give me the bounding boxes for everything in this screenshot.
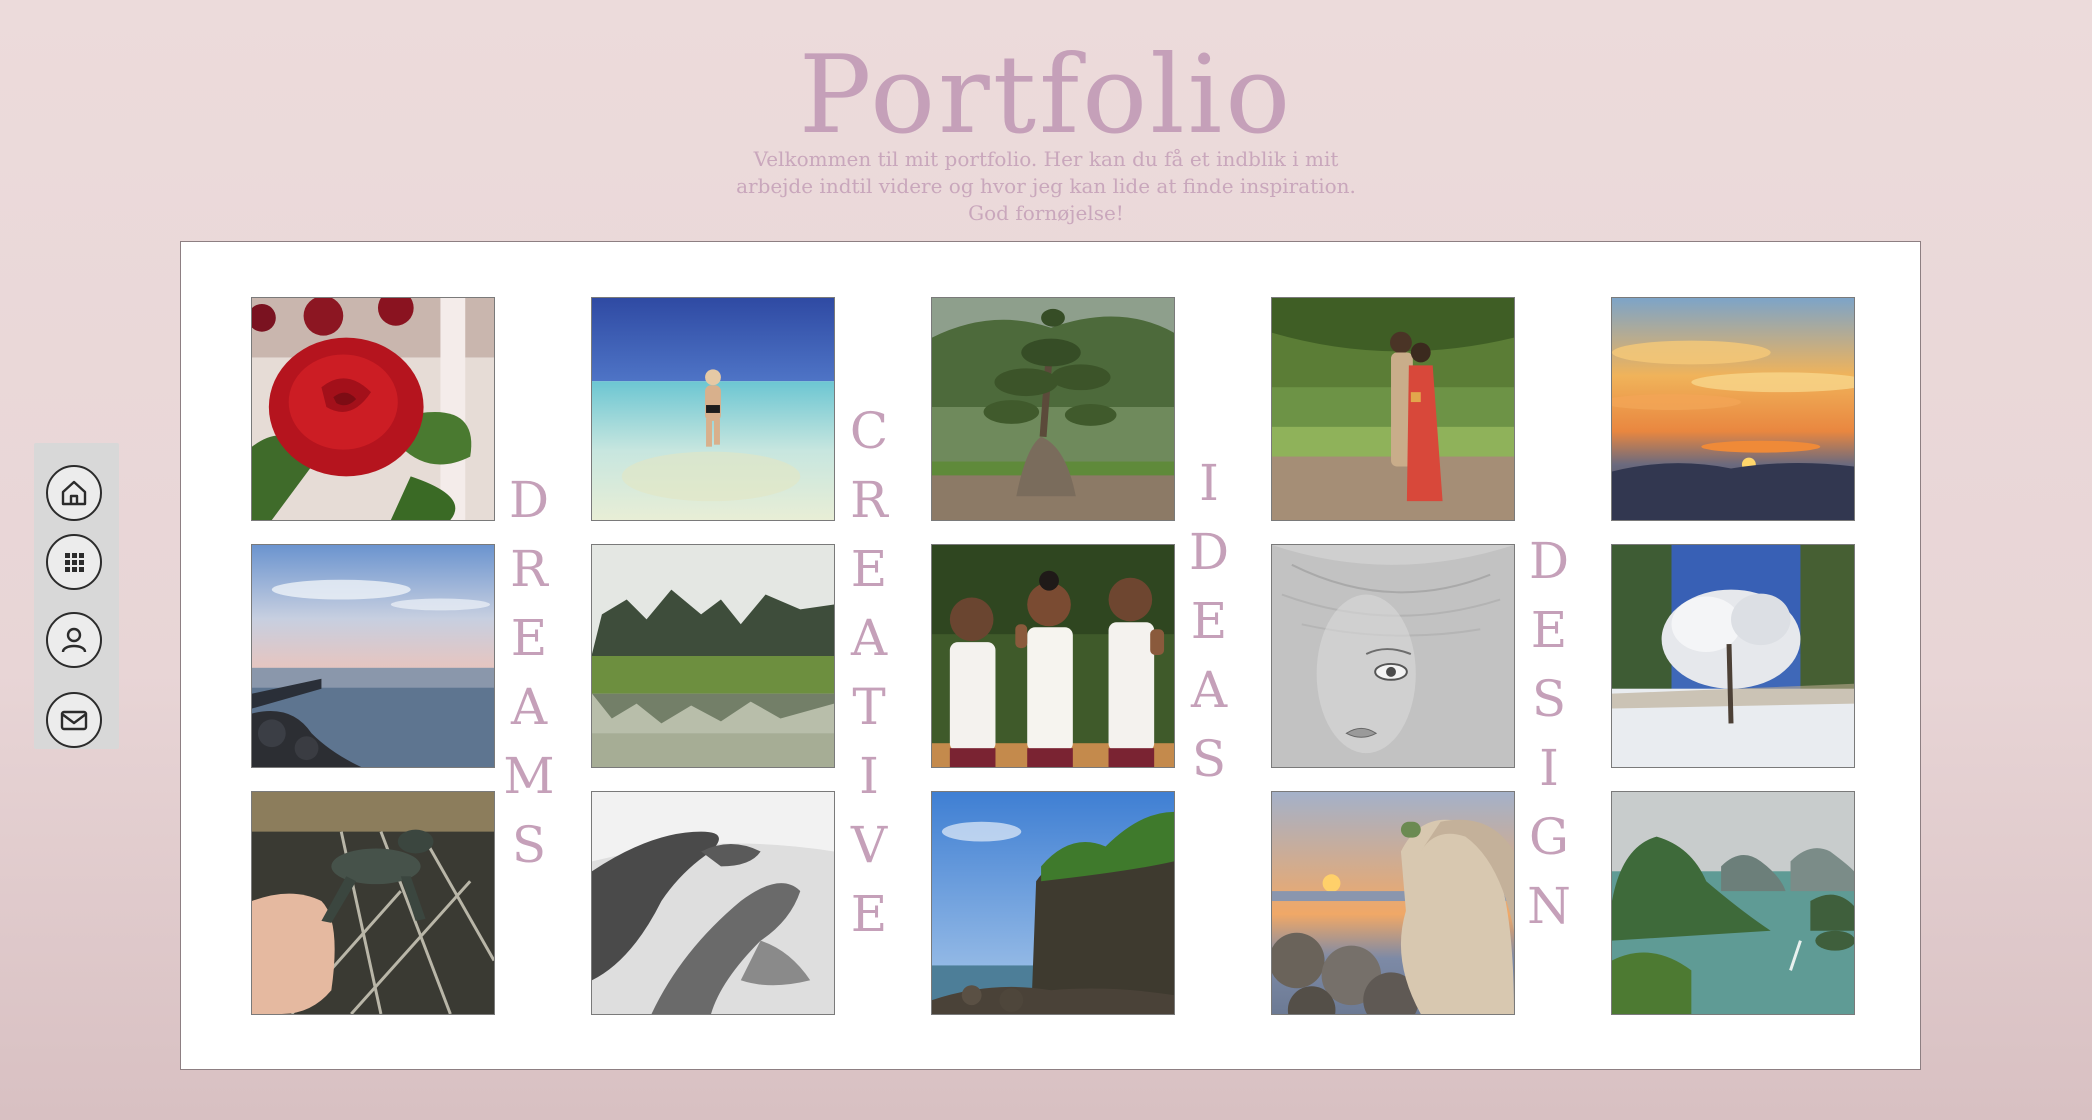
word-letter: I (1539, 739, 1559, 797)
word-letter: A (1190, 661, 1228, 719)
word-letter: V (850, 816, 888, 874)
word-dreams: DREAMS (494, 466, 564, 880)
holding-hands-photo[interactable] (591, 791, 835, 1015)
word-letter: E (850, 885, 888, 943)
word-letter: D (1528, 532, 1570, 590)
word-letter: R (850, 471, 888, 529)
word-letter: S (1531, 670, 1567, 728)
word-letter: E (510, 609, 548, 667)
word-design: DESIGN (1514, 527, 1584, 941)
wedding-couple-photo[interactable] (1271, 297, 1515, 521)
intro-text: Velkommen til mit portfolio. Her kan du … (716, 146, 1376, 227)
home-button[interactable] (46, 465, 102, 521)
snowy-tree-photo[interactable] (1611, 544, 1855, 768)
woman-sunset-photo[interactable] (1271, 791, 1515, 1015)
word-letter: A (510, 678, 548, 736)
baby-turtle-photo[interactable] (251, 791, 495, 1015)
word-letter: E (1530, 601, 1568, 659)
word-letter: N (1527, 877, 1571, 935)
mail-icon (60, 710, 88, 731)
rice-field-photo[interactable] (591, 544, 835, 768)
intro-line: Velkommen til mit portfolio. Her kan du … (753, 147, 1339, 171)
word-letter: M (503, 747, 555, 805)
word-letter: R (510, 540, 548, 598)
word-letter: I (1199, 454, 1219, 512)
bonsai-tree-photo[interactable] (931, 297, 1175, 521)
rose-photo[interactable] (251, 297, 495, 521)
side-nav (34, 443, 119, 749)
pencil-drawing-photo[interactable] (1271, 544, 1515, 768)
sunset-clouds-photo[interactable] (1611, 297, 1855, 521)
word-letter: E (1190, 592, 1228, 650)
word-letter: I (859, 747, 879, 805)
gallery-button[interactable] (46, 534, 102, 590)
intro-line: God fornøjelse! (968, 201, 1124, 225)
contact-button[interactable] (46, 692, 102, 748)
word-letter: T (852, 678, 886, 736)
word-letter: C (849, 402, 889, 460)
word-letter: G (1529, 808, 1569, 866)
home-icon (61, 480, 87, 506)
seaside-evening-photo[interactable] (251, 544, 495, 768)
intro-line: arbejde indtil videre og hvor jeg kan li… (736, 174, 1356, 198)
word-letter: S (1191, 730, 1227, 788)
about-button[interactable] (46, 612, 102, 668)
user-icon (61, 627, 87, 653)
word-creative: CREATIVE (834, 397, 904, 949)
coastal-cliff-photo[interactable] (931, 791, 1175, 1015)
word-letter: D (508, 471, 550, 529)
page-title: Portfolio (798, 33, 1294, 158)
children-waving-photo[interactable] (931, 544, 1175, 768)
gallery-frame: DREAMS CREATIVE IDEAS DESIGN (180, 241, 1921, 1070)
word-ideas: IDEAS (1174, 449, 1244, 794)
word-letter: S (511, 816, 547, 874)
halong-bay-photo[interactable] (1611, 791, 1855, 1015)
beach-walk-photo[interactable] (591, 297, 835, 521)
grid-icon (65, 553, 84, 572)
word-letter: D (1188, 523, 1230, 581)
word-letter: A (850, 609, 888, 667)
word-letter: E (850, 540, 888, 598)
